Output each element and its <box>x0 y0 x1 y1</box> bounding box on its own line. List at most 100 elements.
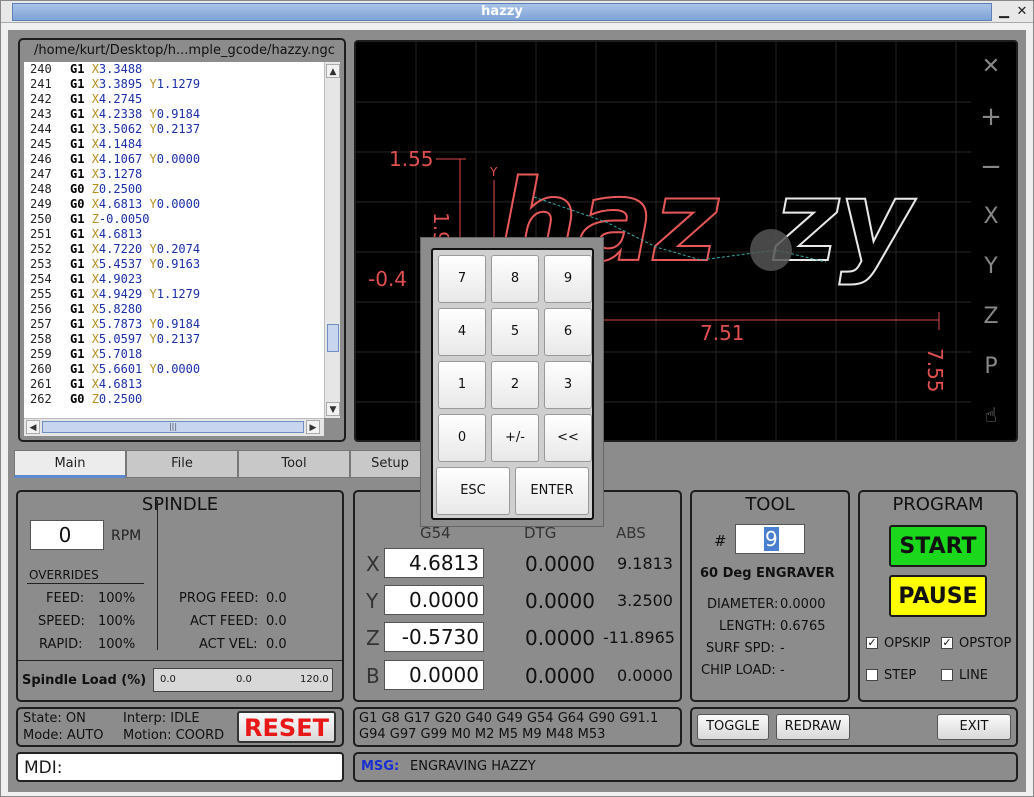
scroll-thumb[interactable] <box>327 324 339 352</box>
gcode-line[interactable]: 251 G1 X4.6813 <box>24 227 324 242</box>
view-p-button[interactable]: P <box>976 352 1006 382</box>
gcode-line[interactable]: 258 G1 X5.0597 Y0.2137 <box>24 332 324 347</box>
gcode-vertical-scrollbar[interactable]: ▲ ▼ <box>324 62 340 418</box>
tools-icon[interactable]: ✕ <box>976 52 1006 82</box>
gcode-line-number: 260 <box>30 362 52 376</box>
keypad-key[interactable]: +/- <box>491 414 539 462</box>
gcode-line-number: 253 <box>30 257 52 271</box>
gcode-word-letter: Z <box>91 392 99 406</box>
tab-file[interactable]: File <box>126 450 238 478</box>
zoom-in-icon[interactable]: + <box>976 102 1006 132</box>
dro-b-g54[interactable]: 0.0000 <box>384 660 484 690</box>
gcode-line[interactable]: 249 G0 X4.6813 Y0.0000 <box>24 197 324 212</box>
gcode-command: G1 <box>70 92 85 106</box>
exit-button[interactable]: EXIT <box>937 714 1011 740</box>
gcode-line[interactable]: 252 G1 X4.7220 Y0.2074 <box>24 242 324 257</box>
keypad-key[interactable]: 9 <box>544 255 592 303</box>
redraw-button[interactable]: REDRAW <box>776 714 850 740</box>
gcode-word-value: 0.2074 <box>156 242 201 256</box>
gcode-line[interactable]: 246 G1 X4.1067 Y0.0000 <box>24 152 324 167</box>
tab-setup[interactable]: Setup <box>350 450 430 478</box>
reset-button[interactable]: RESET <box>237 711 336 743</box>
gcode-line[interactable]: 254 G1 X4.9023 <box>24 272 324 287</box>
dro-z-g54[interactable]: -0.5730 <box>384 622 484 652</box>
line-checkbox[interactable] <box>941 669 953 681</box>
gcode-word-value: 4.9023 <box>98 272 143 286</box>
gcode-word-value: 4.6813 <box>98 197 143 211</box>
gcode-line[interactable]: 243 G1 X4.2338 Y0.9184 <box>24 107 324 122</box>
gcode-line[interactable]: 255 G1 X4.9429 Y1.1279 <box>24 287 324 302</box>
gcode-line-number: 247 <box>30 167 52 181</box>
gcode-line[interactable]: 242 G1 X4.2745 <box>24 92 324 107</box>
keypad-key[interactable]: 7 <box>438 255 486 303</box>
gcode-word-value: 0.9163 <box>156 257 201 271</box>
gcode-line[interactable]: 250 G1 Z-0.0050 <box>24 212 324 227</box>
gcode-line[interactable]: 253 G1 X5.4537 Y0.9163 <box>24 257 324 272</box>
feed-override-label: FEED: <box>46 591 85 606</box>
mdi-input[interactable]: MDI: <box>16 752 344 782</box>
active-gcodes-line2: G94 G97 G99 M0 M2 M5 M9 M48 M53 <box>359 727 606 742</box>
gcode-line[interactable]: 247 G1 X3.1278 <box>24 167 324 182</box>
gcode-line[interactable]: 261 G1 X4.6813 <box>24 377 324 392</box>
keypad-enter-button[interactable]: ENTER <box>515 467 589 515</box>
gcode-word-value: 0.0000 <box>156 362 201 376</box>
gcode-line[interactable]: 240 G1 X3.3488 <box>24 62 324 77</box>
keypad-key[interactable]: 4 <box>438 308 486 356</box>
active-gcodes-line1: G1 G8 G17 G20 G40 G49 G54 G64 G90 G91.1 <box>359 711 659 726</box>
gcode-word-letter: X <box>91 332 99 346</box>
keypad-key[interactable]: 0 <box>438 414 486 462</box>
keypad-esc-button[interactable]: ESC <box>436 467 510 515</box>
tab-tool[interactable]: Tool <box>238 450 350 478</box>
gcode-word-letter: Y <box>149 362 157 376</box>
start-button[interactable]: START <box>889 525 987 567</box>
gcode-word-letter: Y <box>149 197 157 211</box>
keypad-key[interactable]: << <box>544 414 592 462</box>
dro-y-g54[interactable]: 0.0000 <box>384 585 484 615</box>
gcode-line[interactable]: 241 G1 X3.3895 Y1.1279 <box>24 77 324 92</box>
pause-button[interactable]: PAUSE <box>889 575 987 617</box>
toggle-button[interactable]: TOGGLE <box>697 714 769 740</box>
gcode-horizontal-scrollbar[interactable]: ◀ ||| ▶ <box>24 418 324 436</box>
minimize-icon[interactable]: ▁ <box>996 4 1012 20</box>
view-x-button[interactable]: X <box>976 202 1006 232</box>
gcode-word-letter: Y <box>149 77 157 91</box>
gcode-word-value: 5.7873 <box>98 317 143 331</box>
view-z-button[interactable]: Z <box>976 302 1006 332</box>
zoom-out-icon[interactable]: − <box>976 152 1006 182</box>
scroll-right-icon[interactable]: ▶ <box>306 420 320 434</box>
gcode-word-value: 0.0000 <box>156 152 201 166</box>
hscroll-thumb[interactable]: ||| <box>42 421 304 433</box>
step-checkbox[interactable] <box>866 669 878 681</box>
gcode-listing[interactable]: 240 G1 X3.3488 241 G1 X3.3895 Y1.1279 242 G1 … <box>24 62 324 418</box>
keypad-key[interactable]: 2 <box>491 361 539 409</box>
dro-x-g54[interactable]: 4.6813 <box>384 548 484 578</box>
gcode-line[interactable]: 245 G1 X4.1484 <box>24 137 324 152</box>
gcode-line[interactable]: 248 G0 Z0.2500 <box>24 182 324 197</box>
gcode-word-letter: X <box>91 92 99 106</box>
scroll-up-icon[interactable]: ▲ <box>326 64 340 78</box>
gcode-line[interactable]: 262 G0 Z0.2500 <box>24 392 324 407</box>
gcode-line[interactable]: 256 G1 X5.8280 <box>24 302 324 317</box>
close-icon[interactable]: ✕ <box>1014 4 1030 20</box>
opskip-checkbox[interactable]: ✓ <box>866 637 878 649</box>
scroll-left-icon[interactable]: ◀ <box>26 420 40 434</box>
scroll-down-icon[interactable]: ▼ <box>326 402 340 416</box>
keypad-key[interactable]: 5 <box>491 308 539 356</box>
keypad-key[interactable]: 8 <box>491 255 539 303</box>
keypad-key[interactable]: 3 <box>544 361 592 409</box>
gcode-word-value: 5.6601 <box>98 362 143 376</box>
gcode-line-number: 259 <box>30 347 52 361</box>
gcode-line[interactable]: 260 G1 X5.6601 Y0.0000 <box>24 362 324 377</box>
dro-axis-y: Y <box>366 589 379 613</box>
gcode-line[interactable]: 257 G1 X5.7873 Y0.9184 <box>24 317 324 332</box>
view-y-button[interactable]: Y <box>976 252 1006 282</box>
opstop-checkbox[interactable]: ✓ <box>941 637 953 649</box>
gcode-line[interactable]: 259 G1 X5.7018 <box>24 347 324 362</box>
tool-number-input[interactable]: 9 <box>735 524 805 554</box>
tab-main[interactable]: Main <box>14 450 126 478</box>
gcode-line[interactable]: 244 G1 X3.5062 Y0.2137 <box>24 122 324 137</box>
keypad-key[interactable]: 1 <box>438 361 486 409</box>
hand-icon[interactable]: ☝ <box>976 400 1006 430</box>
keypad-key[interactable]: 6 <box>544 308 592 356</box>
chip-load-label: CHIP LOAD: <box>701 663 776 678</box>
